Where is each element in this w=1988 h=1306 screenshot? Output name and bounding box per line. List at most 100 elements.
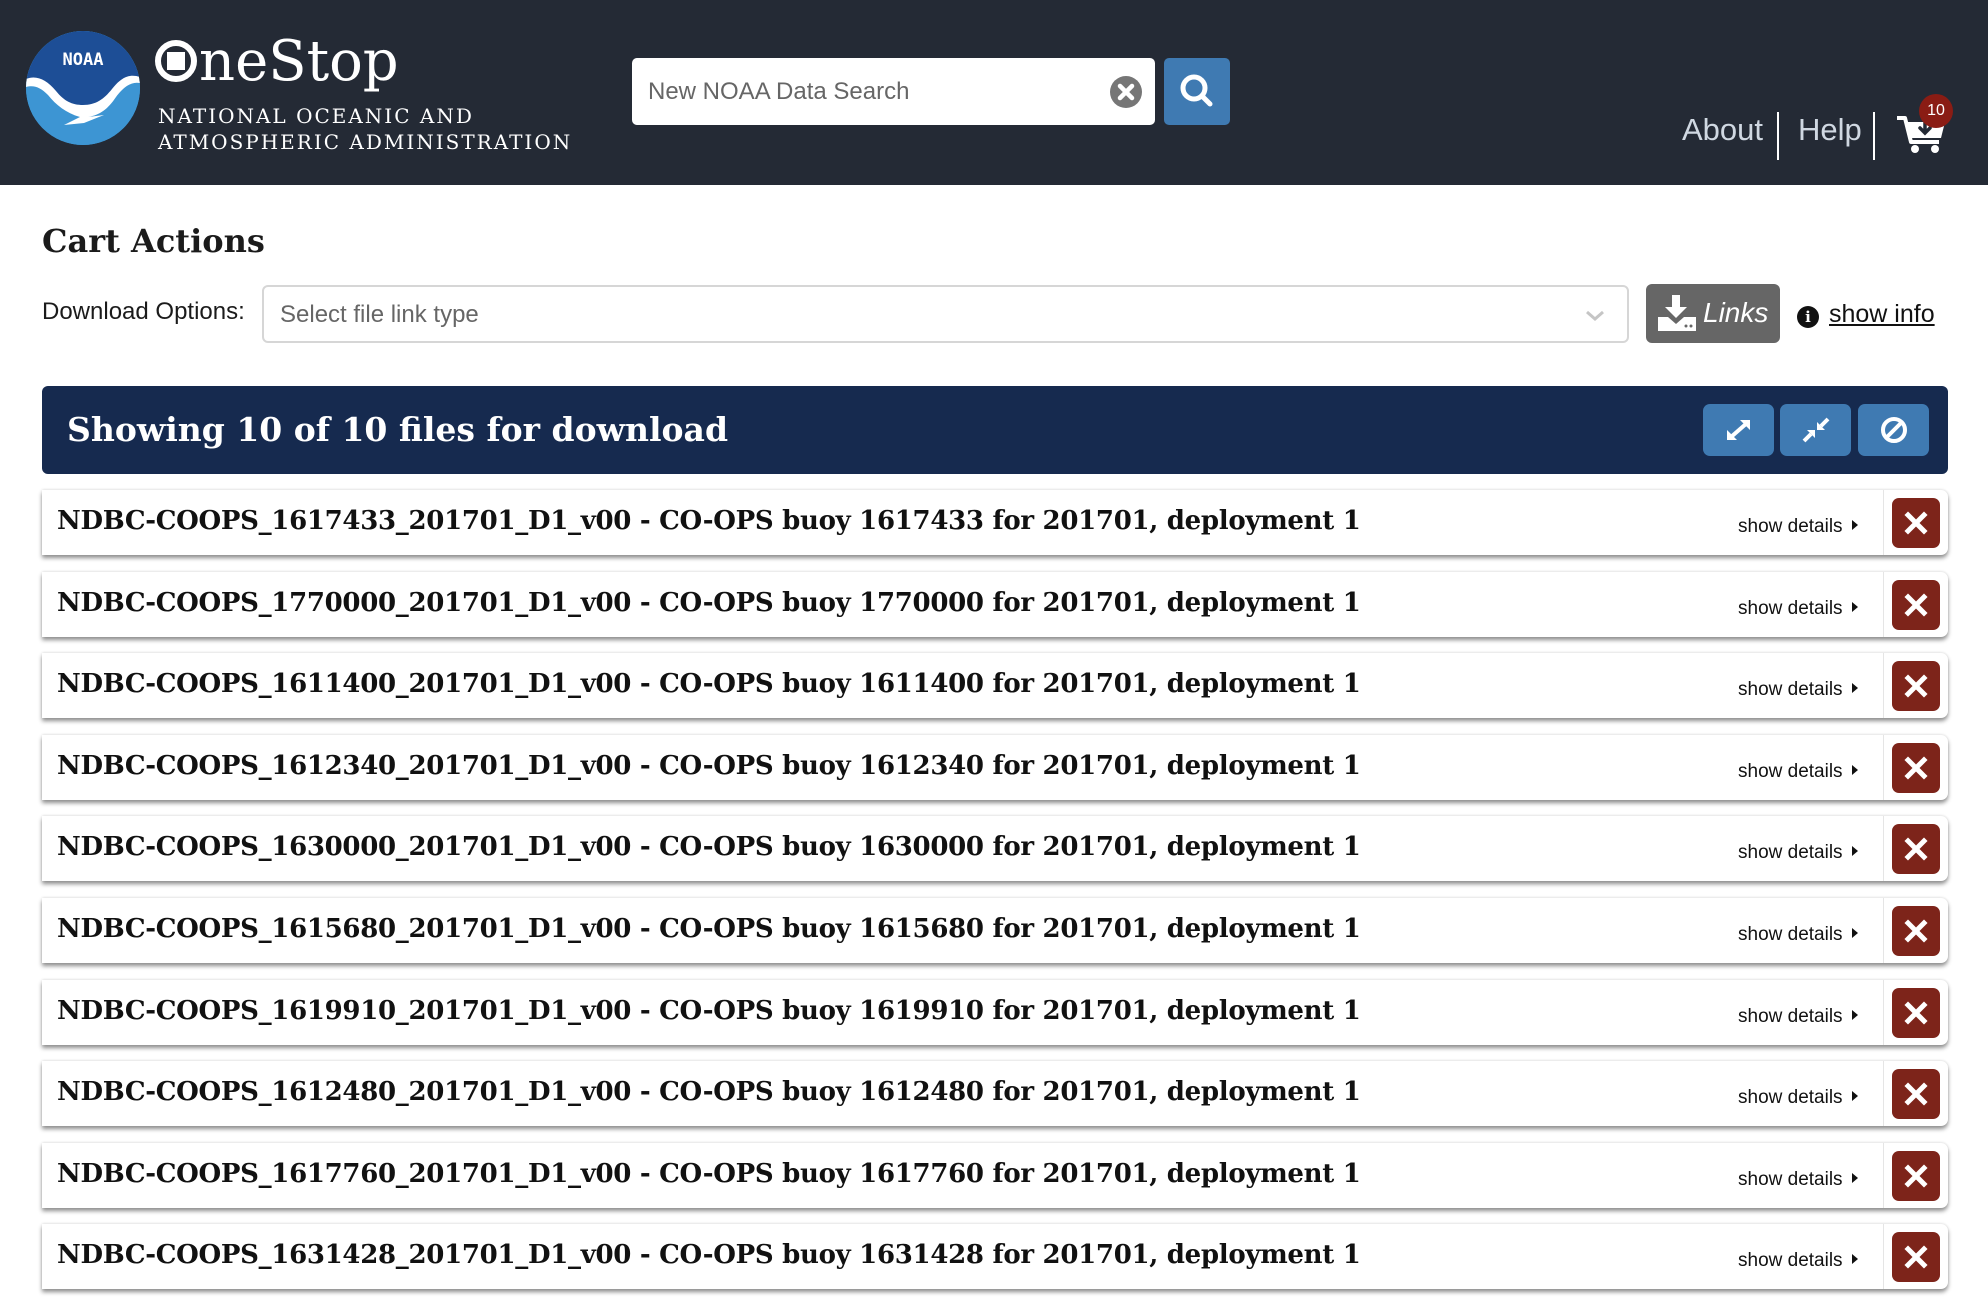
search-input[interactable]: [648, 58, 1088, 125]
remove-file-button[interactable]: [1892, 498, 1940, 548]
nav-divider: [1873, 112, 1875, 160]
remove-file-button[interactable]: [1892, 824, 1940, 874]
expand-all-button[interactable]: [1703, 404, 1774, 456]
show-details-label: show details: [1738, 598, 1843, 619]
file-row: NDBC-COOPS_1611400_201701_D1_v00 - CO-OP…: [42, 653, 1948, 718]
info-icon: i: [1797, 306, 1819, 328]
nav-help-link[interactable]: Help: [1798, 112, 1862, 148]
download-options-label: Download Options:: [42, 298, 245, 325]
caret-right-icon: [1851, 765, 1858, 775]
row-divider: [1883, 653, 1884, 718]
close-icon: [1904, 919, 1928, 943]
show-details-label: show details: [1738, 1169, 1843, 1190]
show-details-toggle[interactable]: show details: [1738, 924, 1858, 946]
links-button-label: Links: [1703, 297, 1769, 328]
clear-cart-button[interactable]: [1858, 404, 1929, 456]
logo-text: NOAA: [63, 50, 104, 70]
show-details-toggle[interactable]: show details: [1738, 761, 1858, 783]
file-row: NDBC-COOPS_1612480_201701_D1_v00 - CO-OP…: [42, 1061, 1948, 1126]
caret-right-icon: [1851, 1010, 1858, 1020]
row-divider: [1883, 1143, 1884, 1208]
file-title[interactable]: NDBC-COOPS_1615680_201701_D1_v00 - CO-OP…: [57, 914, 1361, 944]
close-icon: [1904, 1082, 1928, 1106]
show-details-toggle[interactable]: show details: [1738, 1250, 1858, 1272]
file-link-type-select[interactable]: Select file link type: [262, 285, 1629, 343]
onestop-brand[interactable]: neStop: [155, 34, 399, 90]
file-row: NDBC-COOPS_1631428_201701_D1_v00 - CO-OP…: [42, 1224, 1948, 1289]
file-title[interactable]: NDBC-COOPS_1770000_201701_D1_v00 - CO-OP…: [57, 588, 1361, 618]
caret-right-icon: [1851, 846, 1858, 856]
file-row: NDBC-COOPS_1612340_201701_D1_v00 - CO-OP…: [42, 735, 1948, 800]
compress-arrows-icon: [1802, 417, 1830, 443]
file-row: NDBC-COOPS_1770000_201701_D1_v00 - CO-OP…: [42, 572, 1948, 637]
remove-file-button[interactable]: [1892, 743, 1940, 793]
caret-right-icon: [1851, 1091, 1858, 1101]
agency-name: NATIONAL OCEANIC AND ATMOSPHERIC ADMINIS…: [158, 103, 572, 155]
remove-file-button[interactable]: [1892, 1069, 1940, 1119]
show-details-label: show details: [1738, 924, 1843, 945]
expand-arrows-icon: [1727, 420, 1750, 440]
agency-line-2: ATMOSPHERIC ADMINISTRATION: [158, 130, 573, 154]
show-details-toggle[interactable]: show details: [1738, 842, 1858, 864]
file-title[interactable]: NDBC-COOPS_1612340_201701_D1_v00 - CO-OP…: [57, 751, 1361, 781]
show-details-toggle[interactable]: show details: [1738, 679, 1858, 701]
file-row: NDBC-COOPS_1619910_201701_D1_v00 - CO-OP…: [42, 980, 1948, 1045]
caret-right-icon: [1851, 1173, 1858, 1183]
file-title[interactable]: NDBC-COOPS_1631428_201701_D1_v00 - CO-OP…: [57, 1240, 1361, 1270]
agency-line-1: NATIONAL OCEANIC AND: [158, 104, 474, 128]
close-icon: [1904, 1001, 1928, 1025]
noaa-bird-icon: NOAA: [26, 31, 140, 145]
file-title[interactable]: NDBC-COOPS_1612480_201701_D1_v00 - CO-OP…: [57, 1077, 1361, 1107]
show-details-label: show details: [1738, 842, 1843, 863]
clear-search-button[interactable]: [1110, 76, 1142, 108]
files-count-title: Showing 10 of 10 files for download: [67, 410, 729, 449]
show-details-toggle[interactable]: show details: [1738, 1169, 1858, 1191]
show-details-toggle[interactable]: show details: [1738, 516, 1858, 538]
row-divider: [1883, 735, 1884, 800]
file-title[interactable]: NDBC-COOPS_1617433_201701_D1_v00 - CO-OP…: [57, 506, 1361, 536]
close-icon: [1904, 837, 1928, 861]
collapse-all-button[interactable]: [1780, 404, 1851, 456]
chevron-down-icon: [1586, 310, 1604, 321]
show-details-toggle[interactable]: show details: [1738, 1087, 1858, 1109]
search-button[interactable]: [1164, 58, 1230, 125]
close-icon: [1904, 674, 1928, 698]
ban-icon: [1881, 417, 1907, 443]
select-placeholder: Select file link type: [280, 301, 479, 328]
cart-count-badge: 10: [1919, 94, 1953, 128]
show-details-label: show details: [1738, 1250, 1843, 1271]
remove-file-button[interactable]: [1892, 906, 1940, 956]
caret-right-icon: [1851, 683, 1858, 693]
file-row: NDBC-COOPS_1617433_201701_D1_v00 - CO-OP…: [42, 490, 1948, 555]
file-title[interactable]: NDBC-COOPS_1617760_201701_D1_v00 - CO-OP…: [57, 1159, 1361, 1189]
show-details-toggle[interactable]: show details: [1738, 598, 1858, 620]
row-divider: [1883, 490, 1884, 555]
download-links-button[interactable]: Links: [1646, 284, 1780, 343]
brand-name-text: neStop: [199, 29, 399, 94]
file-title[interactable]: NDBC-COOPS_1611400_201701_D1_v00 - CO-OP…: [57, 669, 1361, 699]
file-row: NDBC-COOPS_1630000_201701_D1_v00 - CO-OP…: [42, 816, 1948, 881]
close-icon: [1904, 593, 1928, 617]
close-circle-icon: [1117, 83, 1135, 101]
remove-file-button[interactable]: [1892, 661, 1940, 711]
remove-file-button[interactable]: [1892, 988, 1940, 1038]
file-row: NDBC-COOPS_1615680_201701_D1_v00 - CO-OP…: [42, 898, 1948, 963]
nav-about-link[interactable]: About: [1682, 112, 1763, 148]
file-row: NDBC-COOPS_1617760_201701_D1_v00 - CO-OP…: [42, 1143, 1948, 1208]
row-divider: [1883, 980, 1884, 1045]
noaa-logo[interactable]: NOAA: [26, 31, 140, 145]
caret-right-icon: [1851, 602, 1858, 612]
close-icon: [1904, 1245, 1928, 1269]
file-title[interactable]: NDBC-COOPS_1619910_201701_D1_v00 - CO-OP…: [57, 996, 1361, 1026]
files-list-header: Showing 10 of 10 files for download: [42, 386, 1948, 474]
onestop-o-icon: [155, 40, 197, 82]
show-info-link[interactable]: show info: [1829, 300, 1935, 329]
caret-right-icon: [1851, 520, 1858, 530]
row-divider: [1883, 1224, 1884, 1289]
remove-file-button[interactable]: [1892, 1151, 1940, 1201]
file-title[interactable]: NDBC-COOPS_1630000_201701_D1_v00 - CO-OP…: [57, 832, 1361, 862]
show-details-toggle[interactable]: show details: [1738, 1006, 1858, 1028]
remove-file-button[interactable]: [1892, 1232, 1940, 1282]
remove-file-button[interactable]: [1892, 580, 1940, 630]
row-divider: [1883, 816, 1884, 881]
